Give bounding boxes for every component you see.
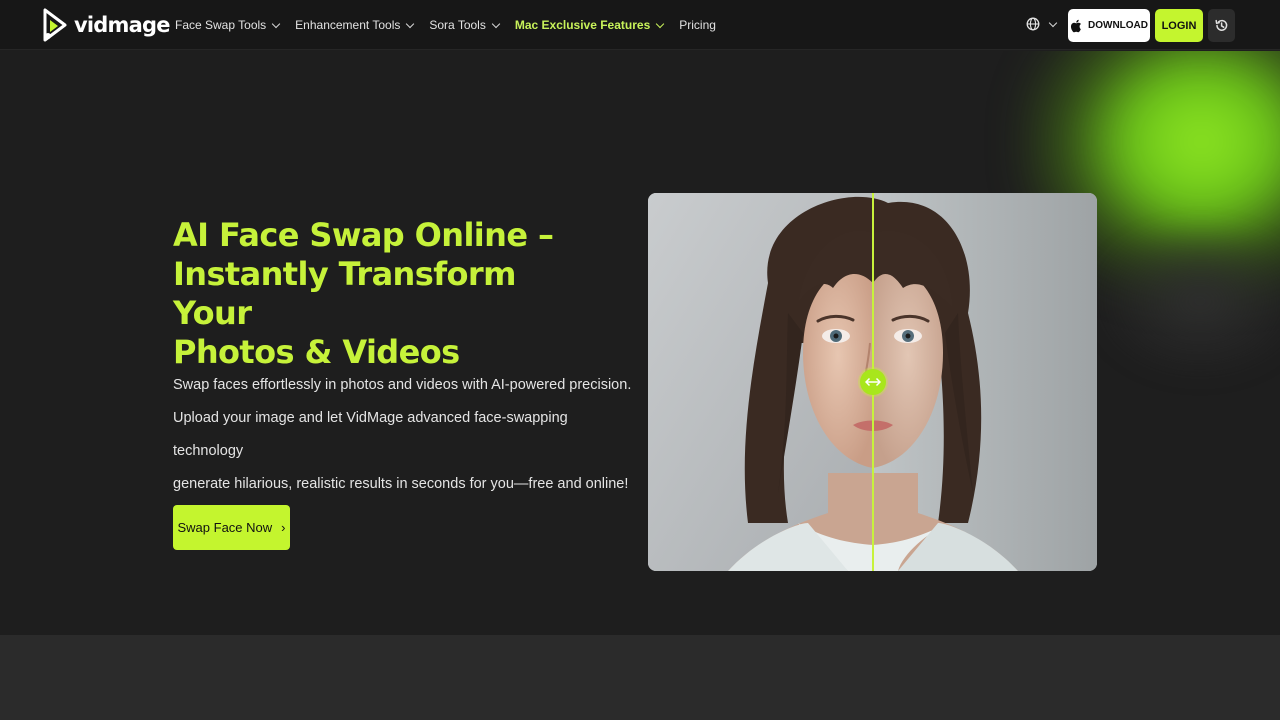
chevron-right-icon: › [281,520,286,535]
nav-pricing[interactable]: Pricing [679,18,716,32]
hero-description: Swap faces effortlessly in photos and vi… [173,369,633,501]
nav-label: Sora Tools [429,18,486,32]
apple-icon [1070,19,1081,32]
cta-label: Swap Face Now [177,520,273,535]
nav-label: Mac Exclusive Features [514,18,651,32]
top-navbar: vidmage Face Swap Tools Enhancement Tool… [0,0,1280,50]
nav-enhancement-tools[interactable]: Enhancement Tools [295,18,415,32]
download-button[interactable]: DOWNLOAD [1068,9,1150,42]
next-section [0,635,1280,720]
download-label: DOWNLOAD [1088,20,1148,31]
nav-sora-tools[interactable]: Sora Tools [429,18,501,32]
swap-face-now-button[interactable]: Swap Face Now › [173,505,290,550]
login-button[interactable]: LOGIN [1155,9,1203,42]
chevron-down-icon [491,19,501,28]
hero-title: AI Face Swap Online – Instantly Transfor… [173,216,593,372]
language-selector[interactable] [1026,17,1058,31]
swap-arrows-icon [865,377,881,387]
nav-face-swap-tools[interactable]: Face Swap Tools [175,18,281,32]
main-nav: Face Swap Tools Enhancement Tools Sora T… [175,0,716,50]
face-swap-comparison-slider[interactable] [648,193,1097,571]
hero-title-line: Instantly Transform Your [173,255,516,332]
history-icon [1215,19,1228,31]
chevron-down-icon [1048,18,1058,27]
vidmage-logo-icon [43,8,67,42]
login-label: LOGIN [1161,19,1197,32]
hero-description-line: generate hilarious, realistic results in… [173,476,629,492]
nav-label: Enhancement Tools [295,18,401,32]
chevron-down-icon [656,19,665,28]
hero-description-line: Swap faces effortlessly in photos and vi… [173,377,632,393]
hero-title-line: Photos & Videos [173,333,460,371]
nav-label: Face Swap Tools [175,18,267,32]
nav-label: Pricing [679,18,716,32]
hero-description-line: Upload your image and let VidMage advanc… [173,410,568,459]
globe-icon [1026,17,1040,31]
history-button[interactable] [1208,9,1235,42]
hero-title-line: AI Face Swap Online – [173,216,554,254]
comparison-handle[interactable] [860,369,886,395]
decorative-shadow [1090,221,1280,381]
vidmage-logo[interactable]: vidmage [42,8,170,42]
nav-mac-exclusive-features[interactable]: Mac Exclusive Features [514,18,665,32]
logo-wordmark: vidmage [74,13,170,37]
chevron-down-icon [406,19,415,28]
chevron-down-icon [271,19,281,28]
hero-section: AI Face Swap Online – Instantly Transfor… [0,51,1280,635]
